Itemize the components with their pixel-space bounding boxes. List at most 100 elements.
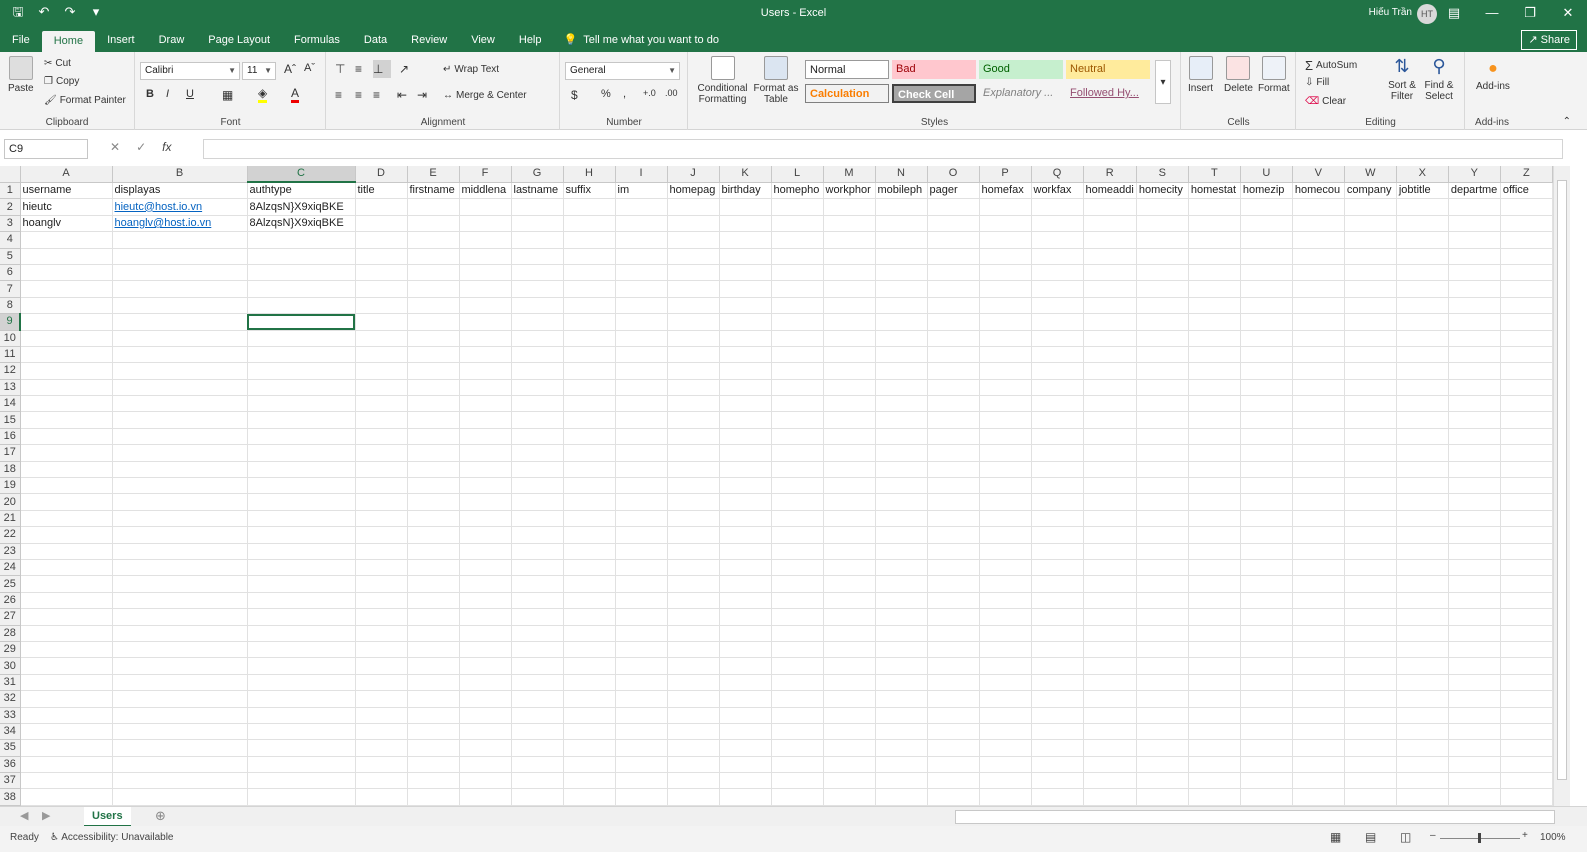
cell-t11[interactable] <box>1188 346 1241 364</box>
cell-o29[interactable] <box>927 641 980 659</box>
cell-u25[interactable] <box>1240 575 1293 593</box>
cell-r2[interactable] <box>1083 198 1137 216</box>
clear-button[interactable]: ⌫ Clear <box>1305 96 1346 107</box>
cell-o31[interactable] <box>927 674 980 692</box>
cell-j22[interactable] <box>667 526 720 544</box>
cell-r1[interactable]: homeaddi <box>1083 182 1137 200</box>
cell-m23[interactable] <box>823 543 876 560</box>
cell-b24[interactable] <box>112 559 248 577</box>
cell-v8[interactable] <box>1292 297 1345 315</box>
cell-u23[interactable] <box>1240 543 1293 560</box>
cell-a31[interactable] <box>20 674 113 692</box>
cell-t2[interactable] <box>1188 198 1241 216</box>
cell-o33[interactable] <box>927 707 980 724</box>
column-header-p[interactable]: P <box>979 166 1032 183</box>
avatar[interactable]: HT <box>1417 4 1437 24</box>
cell-z6[interactable] <box>1500 264 1553 282</box>
cell-b10[interactable] <box>112 330 248 347</box>
cell-f33[interactable] <box>459 707 512 724</box>
cell-r26[interactable] <box>1083 592 1137 610</box>
cell-v16[interactable] <box>1292 428 1345 446</box>
cell-d17[interactable] <box>355 444 408 462</box>
cell-u38[interactable] <box>1240 788 1293 806</box>
cell-r17[interactable] <box>1083 444 1137 462</box>
cell-q13[interactable] <box>1031 379 1084 397</box>
cell-n8[interactable] <box>875 297 928 315</box>
cell-v28[interactable] <box>1292 625 1345 642</box>
cell-v24[interactable] <box>1292 559 1345 577</box>
cell-t32[interactable] <box>1188 690 1241 708</box>
cell-d6[interactable] <box>355 264 408 282</box>
cell-x14[interactable] <box>1396 395 1449 413</box>
cell-s24[interactable] <box>1136 559 1189 577</box>
cell-q20[interactable] <box>1031 493 1084 511</box>
cell-l4[interactable] <box>771 231 824 249</box>
cell-o5[interactable] <box>927 248 980 265</box>
cell-c23[interactable] <box>247 543 356 560</box>
cell-b17[interactable] <box>112 444 248 462</box>
new-sheet-icon[interactable]: ⊕ <box>155 808 166 824</box>
cell-y12[interactable] <box>1448 362 1501 380</box>
enter-icon[interactable]: ✓ <box>136 140 146 154</box>
row-header[interactable]: 18 <box>0 461 21 479</box>
cell-n34[interactable] <box>875 723 928 741</box>
cell-t20[interactable] <box>1188 493 1241 511</box>
cell-a37[interactable] <box>20 772 113 790</box>
cell-i1[interactable]: im <box>615 182 668 200</box>
cell-q5[interactable] <box>1031 248 1084 265</box>
column-header-j[interactable]: J <box>667 166 720 183</box>
cell-h37[interactable] <box>563 772 616 790</box>
column-header-m[interactable]: M <box>823 166 876 183</box>
cell-h28[interactable] <box>563 625 616 642</box>
cell-m7[interactable] <box>823 280 876 298</box>
cell-q29[interactable] <box>1031 641 1084 659</box>
cell-w35[interactable] <box>1344 739 1397 757</box>
cell-r32[interactable] <box>1083 690 1137 708</box>
restore-button[interactable]: ❐ <box>1511 0 1549 28</box>
cell-s17[interactable] <box>1136 444 1189 462</box>
cell-o14[interactable] <box>927 395 980 413</box>
style-check-cell[interactable]: Check Cell <box>892 84 976 103</box>
cell-u3[interactable] <box>1240 215 1293 233</box>
cell-r16[interactable] <box>1083 428 1137 446</box>
cell-r9[interactable] <box>1083 313 1137 331</box>
cell-c37[interactable] <box>247 772 356 790</box>
column-header-x[interactable]: X <box>1396 166 1449 183</box>
cell-s21[interactable] <box>1136 510 1189 528</box>
cell-y22[interactable] <box>1448 526 1501 544</box>
cell-y34[interactable] <box>1448 723 1501 741</box>
cell-c33[interactable] <box>247 707 356 724</box>
cell-b21[interactable] <box>112 510 248 528</box>
cell-s16[interactable] <box>1136 428 1189 446</box>
cell-k29[interactable] <box>719 641 772 659</box>
cell-j37[interactable] <box>667 772 720 790</box>
cell-f34[interactable] <box>459 723 512 741</box>
cell-e10[interactable] <box>407 330 460 347</box>
cell-j9[interactable] <box>667 313 720 331</box>
cell-m5[interactable] <box>823 248 876 265</box>
cell-u16[interactable] <box>1240 428 1293 446</box>
cell-y36[interactable] <box>1448 756 1501 774</box>
cell-x13[interactable] <box>1396 379 1449 397</box>
cell-n26[interactable] <box>875 592 928 610</box>
cell-q10[interactable] <box>1031 330 1084 347</box>
cell-w10[interactable] <box>1344 330 1397 347</box>
cell-h27[interactable] <box>563 608 616 626</box>
cell-m30[interactable] <box>823 657 876 675</box>
tab-view[interactable]: View <box>459 28 507 52</box>
cell-m17[interactable] <box>823 444 876 462</box>
cell-o20[interactable] <box>927 493 980 511</box>
cell-s7[interactable] <box>1136 280 1189 298</box>
cell-p33[interactable] <box>979 707 1032 724</box>
cell-e38[interactable] <box>407 788 460 806</box>
cell-l5[interactable] <box>771 248 824 265</box>
tell-me-search[interactable]: 💡 Tell me what you want to do <box>554 28 719 52</box>
cell-z15[interactable] <box>1500 411 1553 429</box>
cell-m15[interactable] <box>823 411 876 429</box>
style-bad[interactable]: Bad <box>892 60 976 79</box>
cell-b22[interactable] <box>112 526 248 544</box>
cell-k12[interactable] <box>719 362 772 380</box>
cell-g34[interactable] <box>511 723 564 741</box>
cell-c38[interactable] <box>247 788 356 806</box>
align-center-icon[interactable]: ≡ <box>355 88 362 102</box>
